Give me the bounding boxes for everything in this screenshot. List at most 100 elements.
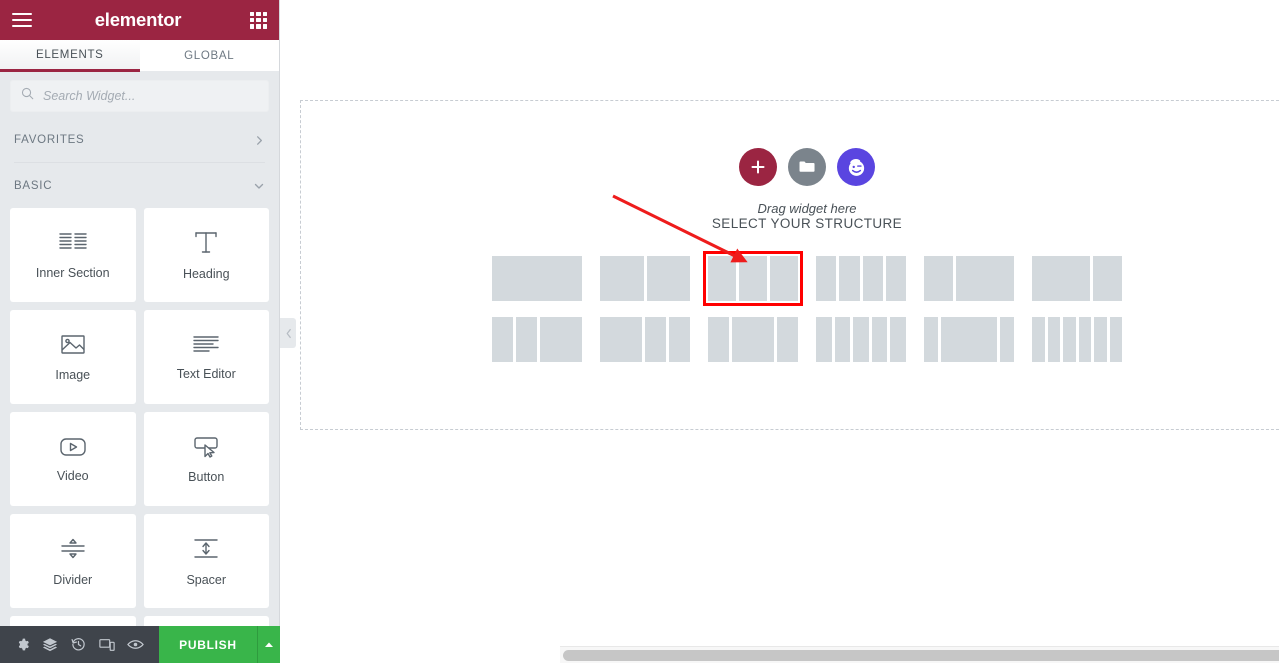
widget-inner-section[interactable]: Inner Section	[10, 208, 136, 302]
structure-column	[871, 317, 888, 362]
publish-button[interactable]: PUBLISH	[159, 626, 257, 663]
scrollbar-thumb[interactable]	[563, 650, 1279, 661]
structure-column	[853, 317, 869, 362]
navigator-layers-icon[interactable]	[36, 626, 64, 663]
widget-label: Image	[55, 367, 91, 382]
structure-column	[839, 256, 860, 301]
button-icon	[191, 435, 221, 459]
structure-column	[1094, 317, 1107, 362]
history-clock-icon[interactable]	[64, 626, 92, 663]
chevron-down-icon	[253, 180, 265, 192]
structure-column	[600, 256, 644, 301]
widget-heading[interactable]: Heading	[143, 208, 269, 302]
tab-elements[interactable]: ELEMENTS	[0, 40, 140, 72]
structure-4-columns[interactable]	[816, 256, 906, 301]
publish-label: PUBLISH	[179, 637, 237, 652]
structure-column	[540, 317, 582, 362]
settings-gear-icon[interactable]	[8, 626, 36, 663]
publish-options-caret-icon[interactable]	[256, 626, 280, 663]
structure-3-columns[interactable]	[703, 251, 803, 306]
structure-2-columns[interactable]	[600, 256, 690, 301]
category-basic-label: BASIC	[14, 180, 53, 192]
structure-column	[1032, 256, 1091, 301]
widget-grid: Inner Section Heading Image Text Editor …	[0, 205, 279, 663]
panel-collapse-handle[interactable]	[280, 318, 296, 348]
structure-hint: Drag widget here SELECT YOUR STRUCTURE	[301, 201, 1279, 232]
structure-25-50-25[interactable]	[708, 317, 798, 362]
structure-column	[924, 317, 939, 362]
editor-canvas: ✕	[280, 0, 1279, 663]
structure-column	[1063, 317, 1076, 362]
category-favorites[interactable]: FAVORITES	[0, 121, 279, 159]
structure-column	[732, 317, 774, 362]
structure-column	[955, 256, 1014, 301]
structure-33-66[interactable]	[924, 256, 1014, 301]
structure-column	[646, 256, 690, 301]
tab-global-label: GLOBAL	[184, 49, 235, 62]
image-icon	[59, 333, 87, 357]
drag-widget-hint: Drag widget here	[757, 201, 857, 216]
search-input[interactable]	[43, 89, 258, 103]
structure-row-1	[492, 251, 1122, 306]
structure-column	[924, 256, 953, 301]
elementor-editor: elementor ELEMENTS GLOBAL Search Widget.…	[0, 0, 1279, 663]
structure-column	[862, 256, 883, 301]
panel-body: FAVORITES BASIC	[0, 72, 279, 663]
preview-eye-icon[interactable]	[121, 626, 149, 663]
structure-1-column[interactable]	[492, 256, 582, 301]
structure-25-25-50[interactable]	[492, 317, 582, 362]
inner-section-icon	[58, 230, 88, 255]
search-container	[0, 80, 279, 121]
responsive-devices-icon[interactable]	[93, 626, 121, 663]
panel-tabs: ELEMENTS GLOBAL	[0, 40, 279, 72]
structure-column	[708, 317, 729, 362]
divider-icon	[59, 536, 87, 562]
structure-6-columns[interactable]	[1032, 317, 1122, 362]
structure-column	[645, 317, 666, 362]
canvas-horizontal-scrollbar[interactable]	[560, 646, 1279, 663]
widget-button[interactable]: Button	[143, 412, 269, 506]
search-box[interactable]	[10, 80, 269, 112]
structure-column	[777, 317, 798, 362]
structure-column	[999, 317, 1014, 362]
structure-column	[816, 256, 837, 301]
panel-footer-bar: PUBLISH	[0, 626, 280, 663]
tab-elements-label: ELEMENTS	[35, 48, 104, 61]
structure-column	[1032, 317, 1045, 362]
structure-column	[770, 256, 798, 301]
widget-label: Divider	[53, 572, 93, 587]
structure-column	[816, 317, 832, 362]
widget-video[interactable]: Video	[10, 412, 136, 506]
widget-label: Spacer	[186, 572, 227, 587]
grid-apps-icon[interactable]	[250, 11, 267, 29]
structure-column	[890, 317, 906, 362]
structure-column	[1047, 317, 1060, 362]
widget-label: Video	[56, 468, 89, 483]
widget-label: Inner Section	[35, 266, 110, 280]
structure-50-25-25[interactable]	[600, 317, 690, 362]
search-icon	[21, 87, 34, 105]
add-buttons-row	[301, 148, 1279, 186]
add-template-button[interactable]	[788, 148, 826, 186]
widget-spacer[interactable]: Spacer	[143, 514, 269, 608]
structure-column	[941, 317, 997, 362]
heading-icon	[192, 230, 220, 256]
ai-kit-button[interactable]	[837, 148, 875, 186]
structure-column	[1109, 317, 1122, 362]
structure-column	[885, 256, 906, 301]
structure-column	[492, 256, 582, 301]
structure-column	[708, 256, 736, 301]
tab-global[interactable]: GLOBAL	[139, 40, 279, 72]
structure-16-66-16[interactable]	[924, 317, 1014, 362]
widget-label: Text Editor	[176, 366, 236, 381]
widget-image[interactable]: Image	[10, 310, 136, 404]
widget-label: Button	[188, 469, 225, 484]
widget-divider[interactable]: Divider	[10, 514, 136, 608]
category-basic[interactable]: BASIC	[0, 167, 279, 205]
add-new-section-button[interactable]	[739, 148, 777, 186]
widget-label: Heading	[182, 266, 230, 281]
chevron-right-icon	[254, 135, 265, 146]
structure-66-33[interactable]	[1032, 256, 1122, 301]
widget-text-editor[interactable]: Text Editor	[143, 310, 269, 404]
structure-5-columns[interactable]	[816, 317, 906, 362]
